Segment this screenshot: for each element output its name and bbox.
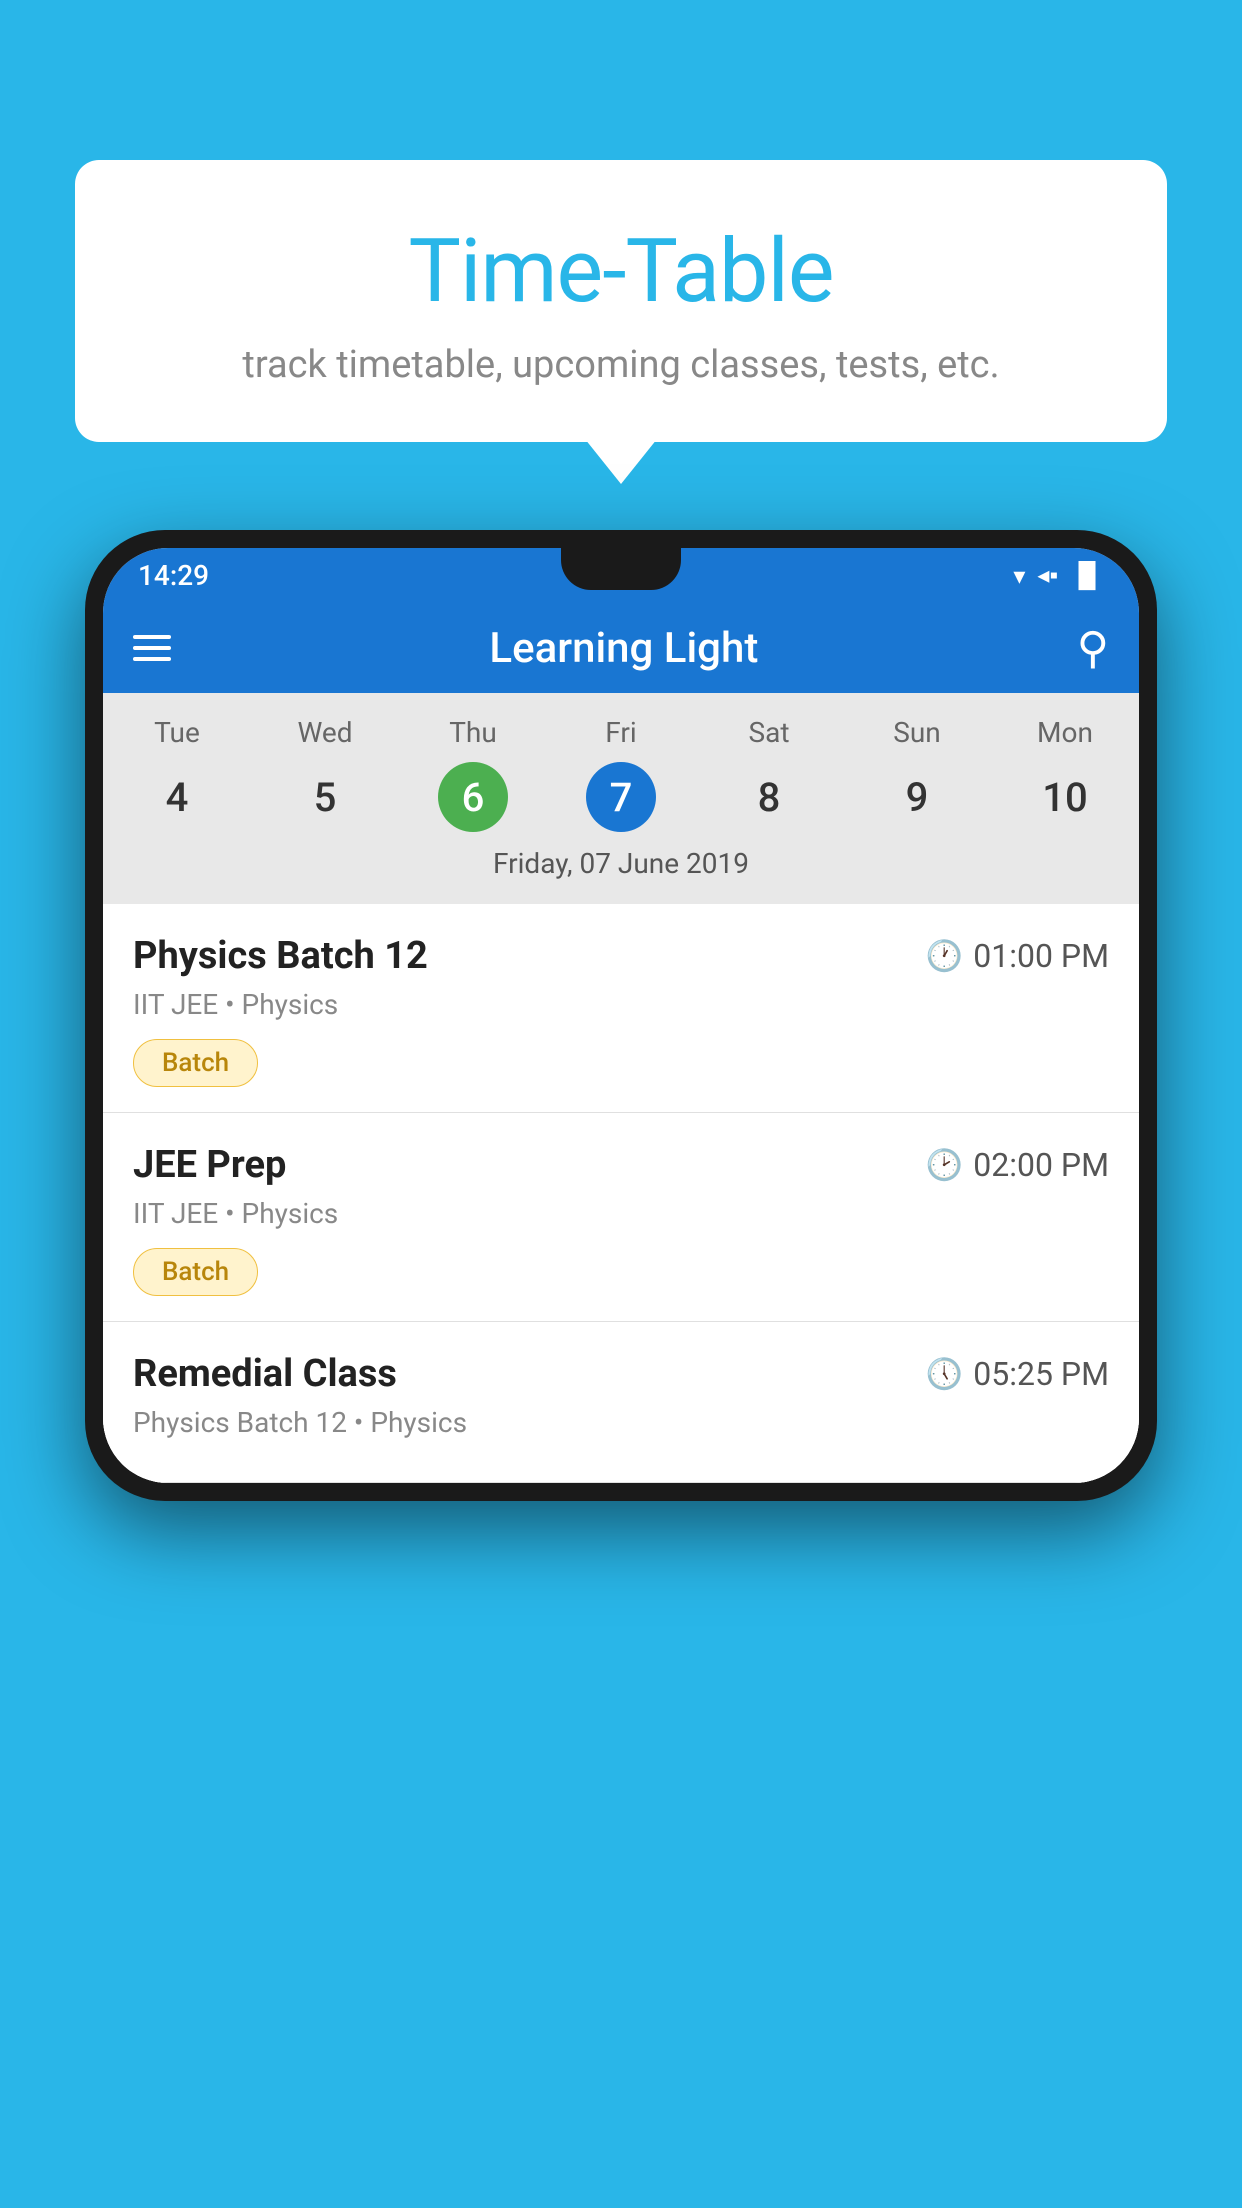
speech-bubble-container: Time-Table track timetable, upcoming cla… <box>75 160 1167 442</box>
schedule-item-2[interactable]: JEE Prep 🕑 02:00 PM IIT JEE • Physics Ba… <box>103 1113 1139 1322</box>
batch-badge-1: Batch <box>133 1039 258 1087</box>
schedule-time-1: 🕐 01:00 PM <box>926 937 1109 975</box>
day-4[interactable]: 4 <box>142 762 212 832</box>
schedule-subtitle-3: Physics Batch 12 • Physics <box>133 1406 1109 1439</box>
app-bar: Learning Light ⚲ <box>103 603 1139 693</box>
app-title: Learning Light <box>489 624 758 673</box>
batch-badge-2: Batch <box>133 1248 258 1296</box>
day-header-mon: Mon <box>991 711 1139 754</box>
day-10[interactable]: 10 <box>1030 762 1100 832</box>
day-5[interactable]: 5 <box>290 762 360 832</box>
phone-screen: 14:29 ▾ ◂▪ ▐▌ Learning Light ⚲ <box>103 548 1139 1483</box>
menu-button[interactable] <box>133 635 171 661</box>
day-header-fri: Fri <box>547 711 695 754</box>
schedule-time-3: 🕔 05:25 PM <box>926 1355 1109 1393</box>
schedule-subtitle-2: IIT JEE • Physics <box>133 1197 1109 1230</box>
day-headers: Tue Wed Thu Fri Sat Sun Mon <box>103 711 1139 754</box>
schedule-time-value-2: 02:00 PM <box>973 1146 1109 1184</box>
battery-icon: ▐▌ <box>1070 561 1104 590</box>
page-subtitle: track timetable, upcoming classes, tests… <box>125 343 1117 387</box>
selected-date: Friday, 07 June 2019 <box>103 832 1139 892</box>
phone-notch <box>561 548 681 590</box>
phone-container: 14:29 ▾ ◂▪ ▐▌ Learning Light ⚲ <box>85 530 1157 2208</box>
calendar-strip: Tue Wed Thu Fri Sat Sun Mon 4 5 6 7 8 9 … <box>103 693 1139 904</box>
signal-icon: ◂▪ <box>1037 561 1058 590</box>
schedule-title-3: Remedial Class <box>133 1352 397 1396</box>
schedule-title-2: JEE Prep <box>133 1143 286 1187</box>
clock-icon-2: 🕑 <box>926 1148 963 1183</box>
clock-icon-3: 🕔 <box>926 1357 963 1392</box>
schedule-container: Physics Batch 12 🕐 01:00 PM IIT JEE • Ph… <box>103 904 1139 1483</box>
schedule-time-value-1: 01:00 PM <box>973 937 1109 975</box>
day-header-sat: Sat <box>695 711 843 754</box>
schedule-item-header-2: JEE Prep 🕑 02:00 PM <box>133 1143 1109 1187</box>
schedule-time-2: 🕑 02:00 PM <box>926 1146 1109 1184</box>
menu-line-2 <box>133 646 171 650</box>
day-header-tue: Tue <box>103 711 251 754</box>
menu-line-1 <box>133 635 171 639</box>
page-title: Time-Table <box>125 220 1117 323</box>
day-7-selected[interactable]: 7 <box>586 762 656 832</box>
day-6-today[interactable]: 6 <box>438 762 508 832</box>
schedule-item-3[interactable]: Remedial Class 🕔 05:25 PM Physics Batch … <box>103 1322 1139 1483</box>
schedule-time-value-3: 05:25 PM <box>973 1355 1109 1393</box>
status-time: 14:29 <box>138 559 209 592</box>
search-icon[interactable]: ⚲ <box>1077 622 1109 674</box>
schedule-title-1: Physics Batch 12 <box>133 934 428 978</box>
menu-line-3 <box>133 657 171 661</box>
status-icons: ▾ ◂▪ ▐▌ <box>1013 561 1104 590</box>
day-8[interactable]: 8 <box>734 762 804 832</box>
day-header-sun: Sun <box>843 711 991 754</box>
day-header-wed: Wed <box>251 711 399 754</box>
schedule-item-1[interactable]: Physics Batch 12 🕐 01:00 PM IIT JEE • Ph… <box>103 904 1139 1113</box>
wifi-icon: ▾ <box>1013 562 1025 590</box>
schedule-item-header-1: Physics Batch 12 🕐 01:00 PM <box>133 934 1109 978</box>
day-header-thu: Thu <box>399 711 547 754</box>
day-numbers: 4 5 6 7 8 9 10 <box>103 762 1139 832</box>
clock-icon-1: 🕐 <box>926 939 963 974</box>
schedule-item-header-3: Remedial Class 🕔 05:25 PM <box>133 1352 1109 1396</box>
day-9[interactable]: 9 <box>882 762 952 832</box>
speech-bubble: Time-Table track timetable, upcoming cla… <box>75 160 1167 442</box>
schedule-subtitle-1: IIT JEE • Physics <box>133 988 1109 1021</box>
phone-frame: 14:29 ▾ ◂▪ ▐▌ Learning Light ⚲ <box>85 530 1157 1501</box>
